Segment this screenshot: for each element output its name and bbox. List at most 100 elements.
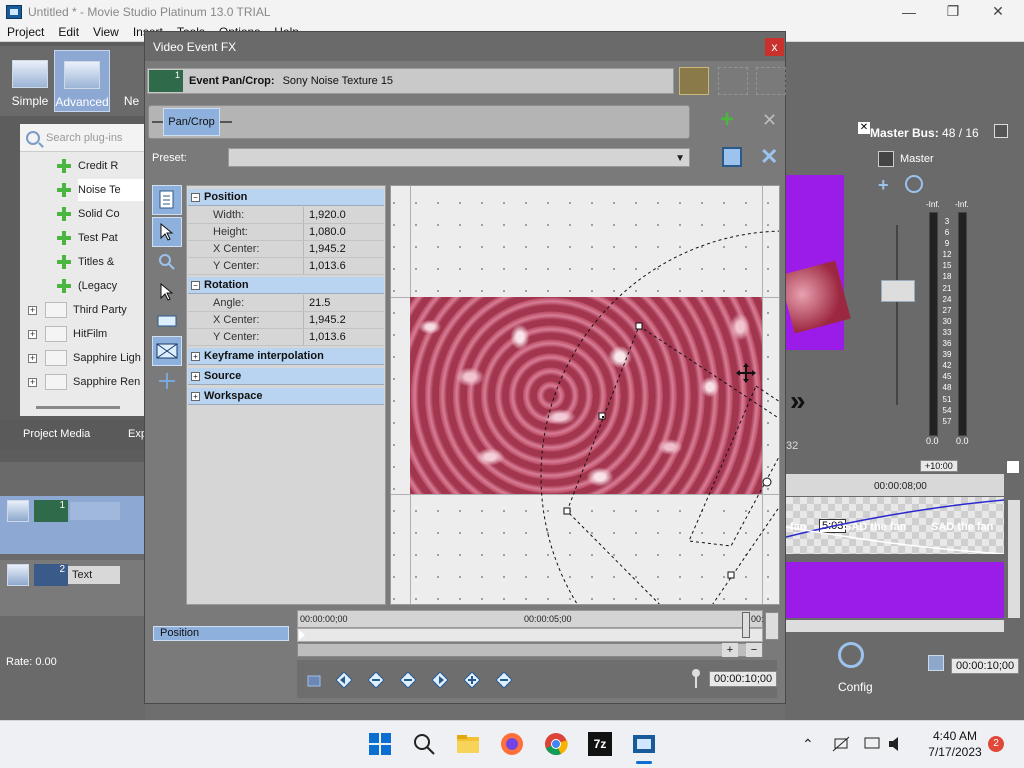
tab-project-media[interactable]: Project Media — [23, 428, 90, 440]
system-clock[interactable]: 4:40 AM 7/17/2023 — [920, 728, 990, 760]
plugin-folder[interactable]: + Third Party — [28, 299, 127, 321]
keyframe-track[interactable] — [297, 628, 763, 642]
plugin-item-selected[interactable]: Noise Te — [57, 179, 145, 201]
pan-crop-canvas[interactable] — [390, 185, 780, 605]
lock-aspect-icon[interactable] — [152, 306, 182, 336]
sync-cursor-icon[interactable] — [305, 670, 325, 690]
section-position[interactable]: − Position — [188, 189, 384, 206]
zoom-tool-icon[interactable] — [152, 247, 182, 277]
vertical-scrollbar[interactable] — [1008, 500, 1020, 618]
track-name[interactable]: Text — [68, 566, 120, 584]
fast-forward-icon[interactable]: » — [790, 385, 806, 417]
vertical-scroll-icon[interactable] — [765, 612, 779, 640]
menu-project[interactable]: Project — [0, 25, 51, 39]
dialog-close-button[interactable]: x — [765, 38, 784, 56]
mute-icon[interactable] — [905, 175, 923, 193]
delete-preset-icon[interactable]: ✕ — [760, 144, 778, 170]
grid-icon[interactable] — [718, 67, 748, 95]
add-fx-icon[interactable]: + — [720, 108, 734, 132]
network-icon[interactable] — [832, 736, 850, 752]
menu-view[interactable]: View — [86, 25, 126, 39]
restore-button[interactable]: ❐ — [930, 0, 976, 23]
expand-icon[interactable]: + — [191, 391, 200, 401]
zoom-out-button[interactable]: − — [746, 643, 762, 657]
gear-icon[interactable] — [838, 642, 864, 668]
property-row[interactable]: Y Center: 1,013.6 — [188, 329, 384, 346]
delete-keyframe-icon[interactable] — [494, 670, 514, 690]
timeline-clip[interactable]: fan 5:03 SAD the fan SAD the fan — [786, 497, 1004, 554]
zoom-in-button[interactable]: + — [722, 643, 738, 657]
property-row[interactable]: X Center: 1,945.2 — [188, 241, 384, 258]
first-keyframe-icon[interactable] — [334, 670, 354, 690]
plugin-scrollbar[interactable] — [36, 406, 120, 409]
save-preset-icon[interactable] — [722, 147, 742, 167]
volume-fader[interactable] — [881, 280, 915, 302]
split-screen-icon[interactable] — [679, 67, 709, 95]
minimize-button[interactable]: — — [886, 0, 932, 23]
marker-icon[interactable] — [1006, 460, 1020, 474]
section-rotation[interactable]: − Rotation — [188, 277, 384, 294]
menu-edit[interactable]: Edit — [51, 25, 86, 39]
pan-crop-chain-button[interactable]: Pan/Crop — [163, 108, 220, 136]
property-row[interactable]: Angle: 21.5 — [188, 295, 384, 312]
layout-icon[interactable] — [756, 67, 786, 95]
next-keyframe-icon[interactable] — [398, 670, 418, 690]
track-header-1[interactable]: 1 — [0, 496, 145, 554]
property-row[interactable]: Height: 1,080.0 — [188, 224, 384, 241]
notification-badge[interactable]: 2 — [988, 736, 1004, 752]
preset-dropdown[interactable]: ▼ — [228, 148, 690, 167]
expand-icon[interactable]: + — [28, 305, 37, 315]
search-icon[interactable] — [412, 732, 436, 756]
cursor-handle[interactable] — [742, 612, 750, 638]
plugin-item[interactable]: (Legacy — [57, 275, 145, 297]
display-icon[interactable] — [864, 736, 880, 752]
prev-keyframe-icon[interactable] — [366, 670, 386, 690]
plugin-search[interactable]: Search plug-ins — [20, 124, 145, 152]
video-clip[interactable] — [786, 562, 1004, 618]
close-icon[interactable]: ✕ — [858, 122, 870, 134]
7zip-icon[interactable]: 7z — [588, 732, 612, 756]
property-row[interactable]: X Center: 1,945.2 — [188, 312, 384, 329]
plugin-folder[interactable]: + HitFilm — [28, 323, 107, 345]
property-row[interactable]: Y Center: 1,013.6 — [188, 258, 384, 275]
horizontal-scrollbar[interactable] — [786, 620, 1004, 632]
expand-icon[interactable]: + — [28, 329, 37, 339]
pointer-tool-icon[interactable] — [152, 217, 182, 247]
section-workspace[interactable]: + Workspace — [188, 388, 384, 405]
keyframe-position-label[interactable]: Position — [153, 626, 289, 641]
plugin-item[interactable]: Test Pat — [57, 227, 145, 249]
keyframe-scrollbar[interactable] — [297, 643, 763, 657]
plugin-item[interactable]: Credit R — [57, 155, 145, 177]
plugin-item[interactable]: Solid Co — [57, 203, 145, 225]
bus-settings-icon[interactable] — [994, 124, 1008, 138]
expand-icon[interactable]: + — [191, 351, 200, 361]
track-header-2[interactable]: 2 Text — [0, 560, 145, 616]
move-freely-icon[interactable] — [152, 366, 182, 396]
chevron-up-icon[interactable]: ⌃ — [802, 736, 814, 753]
firefox-icon[interactable] — [500, 732, 524, 756]
fx-icon[interactable]: + — [878, 175, 889, 196]
new-view-button[interactable]: Ne — [118, 50, 145, 112]
volume-icon[interactable] — [888, 736, 904, 752]
file-explorer-icon[interactable] — [456, 732, 480, 756]
chrome-icon[interactable] — [544, 732, 568, 756]
advanced-view-button[interactable]: Advanced — [54, 50, 110, 112]
section-keyframe-interpolation[interactable]: + Keyframe interpolation — [188, 348, 384, 365]
plugin-folder[interactable]: + Sapphire Ren — [28, 371, 140, 393]
property-row[interactable]: Width: 1,920.0 — [188, 207, 384, 224]
properties-icon[interactable] — [152, 185, 182, 215]
size-about-center-icon[interactable] — [152, 336, 182, 366]
add-keyframe-icon[interactable] — [462, 670, 482, 690]
remove-fx-icon[interactable]: ✕ — [762, 110, 777, 131]
keyframe-marker[interactable] — [299, 630, 305, 640]
movie-studio-icon[interactable] — [632, 732, 656, 756]
plugin-item[interactable]: Titles & — [57, 251, 145, 273]
expand-icon[interactable]: + — [28, 377, 37, 387]
plugin-folder[interactable]: + Sapphire Ligh — [28, 347, 141, 369]
collapse-icon[interactable]: − — [191, 280, 200, 290]
windows-start-icon[interactable] — [368, 732, 392, 756]
track-name[interactable] — [70, 502, 120, 520]
collapse-icon[interactable]: − — [191, 192, 200, 202]
close-button[interactable]: ✕ — [975, 0, 1021, 23]
last-keyframe-icon[interactable] — [430, 670, 450, 690]
